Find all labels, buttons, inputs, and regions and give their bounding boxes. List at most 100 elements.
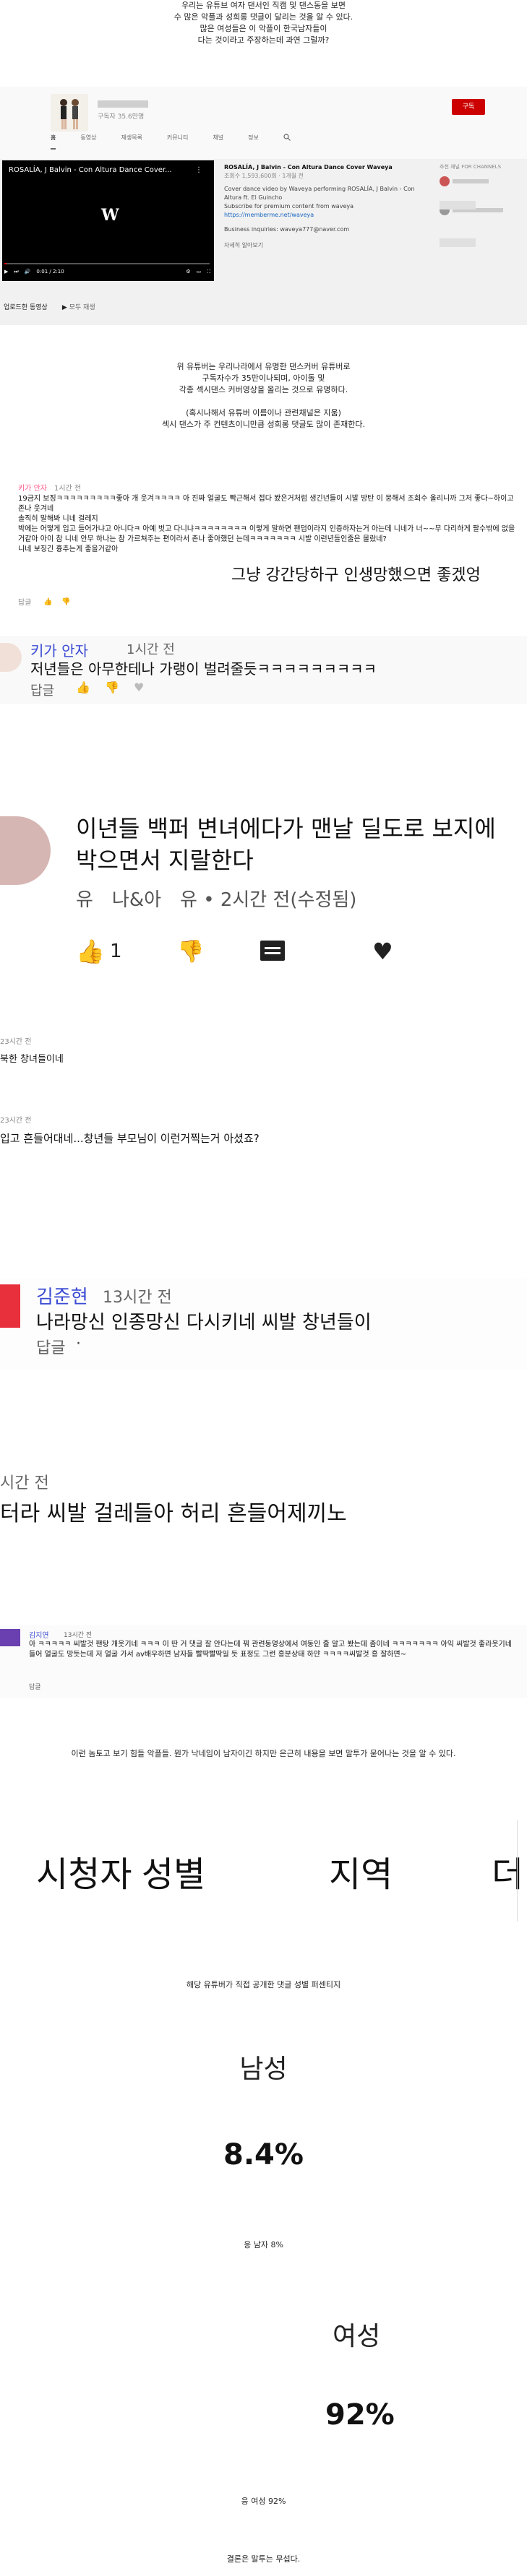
comment-time: 1시간 전 — [53, 485, 82, 493]
comment-text: 박에는 어떻게 입고 들어가냐고 아니다ㅋ 아예 벗고 다니냐ㅋㅋㅋㅋㅋㅋㅋㅋ … — [18, 525, 515, 543]
comment-text: 19금지 보징ㅋㅋㅋㅋㅋㅋㅋㅋㅋ좋아 개 웃겨ㅋㅋㅋㅋ 아 진짜 얼굴도 빡근해… — [18, 495, 514, 513]
dislike-icon[interactable]: 👎 — [105, 680, 119, 694]
avatar — [0, 1284, 20, 1328]
male-value: 8.4% — [223, 2138, 304, 2171]
comment-text: 터라 씨발 걸레들아 허리 흔들어제끼노 — [0, 1501, 347, 1526]
heart-icon[interactable]: ♥ — [372, 938, 393, 965]
dislike-icon[interactable]: 👎 — [61, 598, 70, 606]
related-channels-title: 추천 채널 FOR CHANNELS — [440, 164, 502, 170]
tab-playlists[interactable]: 재생목록 — [121, 134, 142, 150]
mid-line: 섹시 댄스가 주 컨텐츠이니만큼 성희롱 댓글도 많이 존재한다. — [162, 420, 365, 429]
video-description: ROSALÍA, J Balvin - Con Altura Dance Cov… — [224, 163, 419, 250]
description-title[interactable]: ROSALÍA, J Balvin - Con Altura Dance Cov… — [224, 163, 419, 172]
video-logo: W — [101, 206, 119, 225]
video-controls: ▶ ⏭ 🔊 0:01 / 2:10 ⚙ ▭ ⛶ — [4, 266, 210, 277]
uploads-row: 업로드한 동영상 ▶ 모두 재생 — [4, 302, 95, 311]
volume-icon[interactable]: 🔊 — [25, 269, 31, 275]
avatar[interactable] — [0, 816, 51, 885]
female-label: 여성 — [333, 2322, 381, 2351]
male-caption: 응 남자 8% — [244, 2240, 283, 2249]
description-text: Cover dance video by Waveya performing R… — [224, 186, 415, 201]
comment-time: 13시간 전 — [64, 1632, 93, 1639]
comment-time: 1시간 전 — [127, 642, 175, 657]
mid-line: (혹시나해서 유튜버 이름이나 관련채널은 지움) — [186, 408, 341, 418]
video-title[interactable]: ROSALÍA, J Balvin - Con Altura Dance Cov… — [9, 166, 172, 174]
description-text: Subscribe for premium content from wavey… — [224, 203, 354, 209]
tab-videos[interactable]: 동영상 — [80, 134, 96, 150]
search-icon[interactable] — [283, 134, 291, 150]
comment-author[interactable]: 김지연 — [29, 1629, 49, 1640]
dislike-icon[interactable]: 👎 — [177, 939, 204, 964]
tab-about[interactable]: 정보 — [248, 134, 259, 150]
intro-line: 수 많은 악플과 성희롱 댓글이 달리는 것을 알 수 있다. — [173, 12, 354, 22]
comment-text: 이년들 백퍼 변녀에다가 맨날 딜도로 보지에 박으면서 지랄한다 — [76, 815, 496, 874]
intro-text: 우리는 유튜브 여자 댄서인 직캠 및 댄스동을 보면 수 많은 악플과 성희롱… — [0, 0, 527, 46]
tab-home[interactable]: 홈 — [51, 134, 56, 150]
comment-text: 아 ㅋㅋㅋㅋㅋ 씨발것 팬탕 개웃기네 ㅋㅋㅋ 이 딴 거 댓글 잘 안다는데 … — [29, 1641, 512, 1659]
comment-text: 북한 창녀들이네 — [0, 1054, 64, 1065]
comment-text: 나라망신 인종망신 다시키네 씨발 창년들이 — [36, 1312, 372, 1334]
mid-text: 위 유튜버는 우리나라에서 유명한 댄스커버 유튜버로 구독자수가 35만이나되… — [0, 361, 527, 431]
comment-overlay-text: 그냥 강간당하구 인생망했으면 좋겠엉 — [231, 566, 481, 584]
avatar — [0, 1629, 20, 1646]
stats-region-title: 지역 — [329, 1856, 393, 1894]
description-link[interactable]: https://memberme.net/waveya — [224, 212, 314, 218]
reply-button[interactable]: 답글 — [18, 598, 31, 608]
comment-author[interactable]: 키가 안자 — [18, 484, 47, 494]
male-label: 남성 — [239, 2054, 288, 2084]
related-channel-avatar — [440, 176, 450, 186]
mid-line: 위 유튜버는 우리나라에서 유명한 댄스커버 유튜버로 — [176, 362, 351, 371]
tab-community[interactable]: 커뮤니티 — [167, 134, 188, 150]
female-caption: 응 여성 92% — [241, 2497, 286, 2506]
conclusion: 결론은 말투는 무섭다. — [226, 2554, 301, 2564]
comment-author[interactable]: 김준현 — [36, 1282, 88, 1309]
settings-icon[interactable]: ⚙ — [186, 269, 190, 275]
more-options-icon[interactable]: ⋮ — [195, 166, 202, 174]
intro-line: 다는 것이라고 주장하는데 과연 그럴까? — [197, 35, 330, 45]
subscribe-button[interactable]: 구독 — [452, 99, 485, 115]
like-icon[interactable]: 👍 — [43, 598, 52, 606]
mid-line: 구독자수가 35만이나되며, 아이돌 및 — [202, 373, 325, 383]
time-display: 0:01 / 2:10 — [36, 269, 64, 275]
comment-time: 시간 전 — [0, 1474, 49, 1492]
theater-icon[interactable]: ▭ — [196, 269, 201, 275]
comment-1: 키가 안자 1시간 전 19금지 보징ㅋㅋㅋㅋㅋㅋㅋㅋㅋ좋아 개 웃겨ㅋㅋㅋㅋ … — [18, 484, 517, 555]
channel-name-redacted — [98, 100, 148, 108]
uploads-label[interactable]: 업로드한 동영상 — [4, 302, 48, 311]
comment-text: 니네 보징긴 흉추는게 좋을거같아 — [18, 545, 119, 553]
fullscreen-icon[interactable]: ⛶ — [207, 269, 210, 275]
like-count: 1 — [110, 941, 122, 962]
related-subscribe-button[interactable] — [440, 238, 476, 247]
comment-time: 23시간 전 — [0, 1117, 32, 1125]
next-icon[interactable]: ⏭ — [14, 269, 18, 275]
comment-time: 23시간 전 — [0, 1038, 32, 1046]
reply-button[interactable]: 답글 — [30, 680, 54, 699]
progress-fill — [4, 263, 7, 264]
like-icon[interactable]: 👍 — [76, 938, 105, 965]
business-info: Business inquiries: waveya777@naver.com — [224, 226, 350, 233]
reply-icon[interactable] — [260, 941, 285, 961]
related-channel-name-redacted — [453, 179, 489, 183]
tab-channels[interactable]: 채널 — [213, 134, 223, 150]
reply-button[interactable]: 답글 — [36, 1335, 65, 1358]
related-subscribe-button[interactable] — [440, 201, 476, 209]
comment-time: 13시간 전 — [103, 1289, 172, 1307]
heart-icon[interactable]: ♥ — [134, 680, 144, 694]
play-all-button[interactable]: ▶ 모두 재생 — [62, 302, 95, 311]
description-meta: 조회수 1,593,600회 · 1개월 전 — [224, 173, 304, 179]
read-more-link[interactable]: 자세히 알아보기 — [224, 241, 419, 250]
stats-gender-title: 시청자 성별 — [36, 1856, 206, 1894]
intro-line: 많은 여성들은 이 악플이 한국남자들이 — [200, 24, 327, 33]
channel-tabs: 홈 동영상 재생목록 커뮤니티 채널 정보 — [51, 134, 291, 150]
play-icon[interactable]: ▶ — [4, 269, 8, 275]
stats-more-title: 더 — [492, 1856, 524, 1894]
comment-meta: 유 나&아 유 • 2시간 전(수정됨) — [76, 889, 357, 911]
channel-avatar[interactable] — [51, 94, 88, 131]
female-value: 92% — [325, 2398, 395, 2432]
like-icon[interactable]: 👍 — [76, 680, 90, 694]
progress-bar[interactable] — [4, 263, 210, 264]
play-icon: ▶ — [61, 304, 69, 311]
dot-icon: · — [76, 1335, 81, 1353]
related-channel[interactable] — [440, 176, 523, 186]
reply-button[interactable]: 답글 — [29, 1682, 41, 1691]
